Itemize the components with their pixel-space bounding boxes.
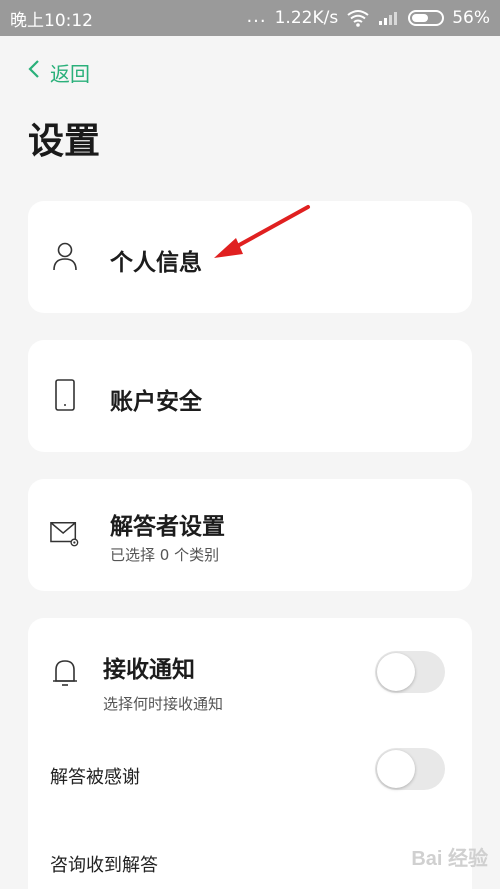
receive-notifications-label: 接收通知 [103, 657, 195, 683]
status-right: ... 1.22K/s 56% [246, 5, 490, 29]
toggle-knob [377, 750, 415, 788]
status-time: 晚上10:12 [10, 10, 93, 31]
back-button[interactable]: 返回 [28, 58, 90, 87]
answer-thanked-toggle[interactable] [375, 748, 445, 790]
status-dots: ... [246, 5, 267, 27]
wifi-icon [347, 10, 369, 27]
toggle-knob [377, 653, 415, 691]
account-security-item[interactable]: 账户安全 [28, 340, 472, 452]
inquiry-answered-label: 咨询收到解答 [50, 855, 158, 876]
person-icon [50, 241, 80, 271]
answerer-settings-sub: 已选择 0 个类别 [110, 546, 220, 564]
answer-thanked-label: 解答被感谢 [50, 767, 140, 788]
personal-info-label: 个人信息 [110, 250, 202, 276]
watermark-logo: Bai 经验 [411, 848, 488, 870]
mail-gear-icon [50, 519, 80, 549]
back-label: 返回 [50, 62, 90, 86]
answerer-settings-label: 解答者设置 [110, 514, 225, 540]
back-chevron-icon [28, 59, 40, 85]
receive-notifications-toggle[interactable] [375, 651, 445, 693]
battery-icon [408, 10, 445, 26]
account-security-label: 账户安全 [110, 389, 202, 415]
notifications-card: 接收通知 选择何时接收通知 解答被感谢 咨询收到解答 [28, 618, 472, 889]
bell-icon [50, 658, 80, 688]
net-speed: 1.22K/s [274, 8, 339, 28]
phone-icon [50, 379, 80, 411]
battery-percent: 56% [452, 8, 490, 28]
answerer-settings-item[interactable]: 解答者设置 已选择 0 个类别 [28, 479, 472, 591]
status-bar: 晚上10:12 ... 1.22K/s 56% [0, 0, 500, 36]
personal-info-item[interactable]: 个人信息 [28, 201, 472, 313]
signal-icon [379, 12, 398, 25]
page-title: 设置 [28, 121, 101, 162]
receive-notifications-sub: 选择何时接收通知 [103, 695, 224, 713]
